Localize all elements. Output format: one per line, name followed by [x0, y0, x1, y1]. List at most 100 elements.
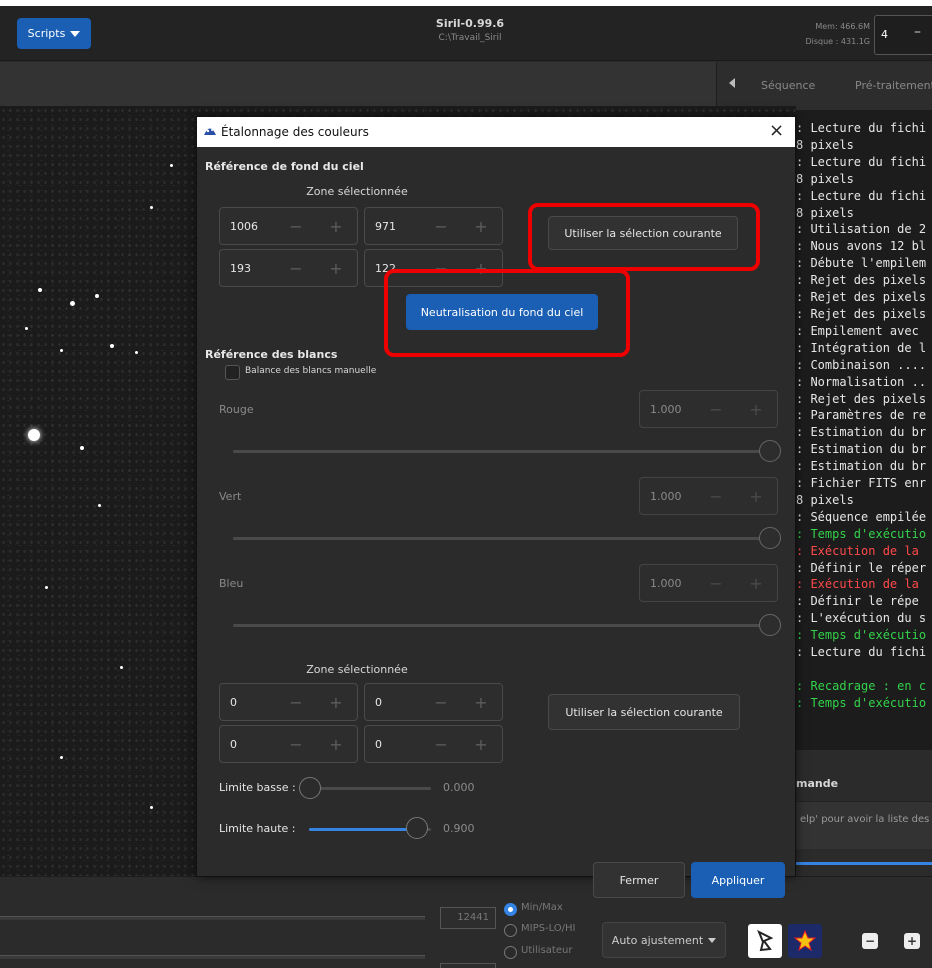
log-line: : Temps d'exécutio	[796, 526, 927, 541]
bottom-toolbar: 12441 0 Min/Max MIPS-LO/HI Utilisateur A…	[0, 876, 932, 968]
star	[95, 294, 99, 298]
chevron-left-icon[interactable]	[729, 78, 735, 88]
negative-view-icon[interactable]	[748, 924, 782, 958]
plus-button[interactable]: +	[316, 259, 356, 278]
plus-button[interactable]: +	[316, 217, 356, 236]
minus-button[interactable]: −	[276, 217, 316, 236]
bg-x-spinner[interactable]: 1006 − +	[219, 207, 358, 245]
scripts-label: Scripts	[27, 27, 66, 40]
radio-user-label: Utilisateur	[521, 945, 573, 956]
manual-wb-label: Balance des blancs manuelle	[245, 366, 377, 376]
min-slider[interactable]	[0, 955, 425, 959]
minus-button[interactable]: −	[276, 693, 316, 712]
radio-mips[interactable]	[504, 924, 517, 937]
radio-mips-label: MIPS-LO/HI	[521, 923, 576, 934]
manual-wb-checkbox[interactable]	[225, 365, 240, 380]
log-line: : Intégration de l	[796, 340, 927, 355]
plus-button: +	[749, 573, 763, 593]
command-input[interactable]: elp' pour avoir la liste des	[800, 814, 929, 825]
zoom-in-icon[interactable]: +	[904, 933, 920, 949]
star	[98, 504, 101, 507]
apply-button[interactable]: Appliquer	[691, 862, 785, 898]
minus-button: −	[709, 486, 723, 506]
log-line: : Rejet des pixels	[796, 306, 927, 321]
red-slider-thumb	[759, 440, 781, 462]
plus-button[interactable]: +	[461, 735, 501, 754]
white-y-value[interactable]: 0	[365, 696, 421, 709]
plus-button[interactable]: +	[316, 693, 356, 712]
log-line: 8 pixels	[796, 205, 854, 220]
bg-y-spinner[interactable]: 971 − +	[364, 207, 503, 245]
minus-button[interactable]: −	[421, 735, 461, 754]
auto-adjust-label: Auto ajustement	[611, 933, 704, 947]
log-line: : Lecture du fichi	[796, 645, 927, 660]
color-view-icon[interactable]	[788, 924, 822, 958]
minus-button[interactable]: −	[276, 735, 316, 754]
chevron-down-icon	[708, 937, 717, 943]
tab-sequence[interactable]: Séquence	[761, 79, 815, 92]
low-limit-slider[interactable]	[309, 787, 431, 790]
zoom-out-icon[interactable]: −	[862, 933, 878, 949]
low-limit-thumb[interactable]	[299, 777, 321, 799]
blue-label: Bleu	[219, 577, 244, 590]
star	[150, 206, 153, 209]
log-line: : Estimation du br	[796, 425, 927, 440]
high-limit-value: 0.900	[443, 822, 475, 835]
white-w-value[interactable]: 0	[220, 738, 276, 751]
minus-button[interactable]: −	[421, 217, 461, 236]
minus-button[interactable]: −	[276, 259, 316, 278]
star	[60, 756, 63, 759]
plus-button[interactable]: +	[461, 217, 501, 236]
minus-button: −	[709, 399, 723, 419]
high-limit-fill	[309, 828, 417, 831]
star	[28, 429, 40, 441]
tab-preprocessing[interactable]: Pré-traitement	[855, 79, 932, 92]
log-line: : Recadrage : en c	[796, 678, 927, 693]
white-zone-label: Zone sélectionnée	[306, 663, 408, 676]
log-line: : Estimation du br	[796, 442, 927, 457]
white-w-spinner[interactable]: 0 − +	[219, 725, 358, 763]
white-y-spinner[interactable]: 0 − +	[364, 683, 503, 721]
white-h-spinner[interactable]: 0 − +	[364, 725, 503, 763]
bg-w-spinner[interactable]: 193 − +	[219, 249, 358, 287]
max-value-field[interactable]: 12441	[440, 907, 496, 929]
log-line: : Fichier FITS enr	[796, 476, 927, 491]
max-slider[interactable]	[0, 916, 425, 920]
header-bar: Scripts Siril-0.99.6 C:\Travail_Siril Me…	[0, 6, 932, 61]
console-log: : Lecture du fichi 8 pixels : Lecture du f…	[796, 110, 932, 750]
auto-adjust-dropdown[interactable]: Auto ajustement	[602, 922, 726, 958]
plus-button[interactable]: +	[461, 693, 501, 712]
white-h-value[interactable]: 0	[365, 738, 421, 751]
high-limit-thumb[interactable]	[406, 817, 428, 839]
close-button[interactable]: Fermer	[593, 862, 685, 898]
log-line: : Normalisation ..	[796, 374, 927, 389]
radio-minmax[interactable]	[504, 903, 517, 916]
red-spinner: 1.000 − +	[639, 390, 778, 428]
chevron-down-icon	[70, 30, 81, 37]
star	[135, 351, 138, 354]
threads-minus-button[interactable]: –	[914, 24, 921, 40]
minus-button[interactable]: −	[421, 693, 461, 712]
white-x-spinner[interactable]: 0 − +	[219, 683, 358, 721]
siril-window: Scripts Siril-0.99.6 C:\Travail_Siril Me…	[0, 6, 932, 968]
progress-bar	[780, 862, 932, 865]
threads-spinner[interactable]: 4	[874, 15, 932, 55]
close-icon[interactable]: ×	[769, 120, 784, 141]
plus-button[interactable]: +	[316, 735, 356, 754]
bg-y-value[interactable]: 971	[365, 220, 421, 233]
right-panel-tabs: Séquence Pré-traitement	[716, 62, 932, 110]
scripts-menu-button[interactable]: Scripts	[17, 18, 91, 49]
bg-w-value[interactable]: 193	[220, 262, 276, 275]
dialog-titlebar: Étalonnage des couleurs ×	[197, 117, 795, 147]
log-line: : Rejet des pixels	[796, 391, 927, 406]
min-value-field[interactable]: 0	[440, 963, 496, 968]
radio-user[interactable]	[504, 946, 517, 959]
bg-x-value[interactable]: 1006	[220, 220, 276, 233]
white-x-value[interactable]: 0	[220, 696, 276, 709]
low-limit-label: Limite basse :	[219, 781, 296, 794]
log-line: : Lecture du fichi	[796, 188, 927, 203]
app-title: Siril-0.99.6	[435, 17, 505, 30]
high-limit-label: Limite haute :	[219, 822, 296, 835]
white-use-selection-button[interactable]: Utiliser la sélection courante	[548, 694, 740, 730]
